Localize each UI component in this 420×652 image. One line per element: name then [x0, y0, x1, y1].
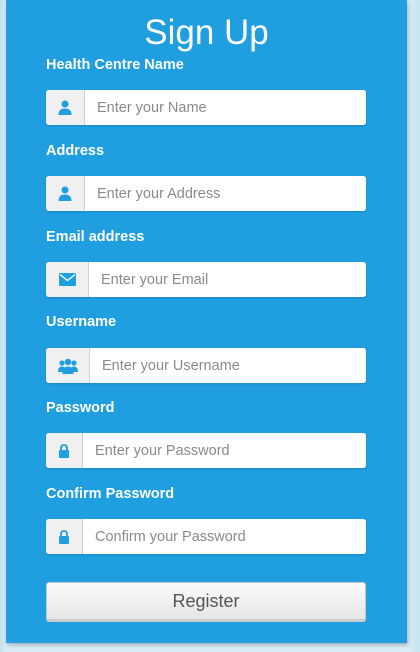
confirm-password-label: Confirm Password: [46, 486, 175, 502]
page-title: Sign Up: [144, 13, 269, 52]
address-group: [46, 176, 366, 211]
confirm-password-group: [46, 519, 366, 554]
password-input[interactable]: [83, 433, 366, 468]
user-icon: [46, 176, 85, 211]
password-label: Password: [46, 400, 115, 416]
password-group: [46, 433, 366, 468]
email-group: [46, 262, 366, 297]
user-icon: [46, 90, 85, 125]
email-address-label: Email address: [46, 229, 145, 245]
username-label: Username: [46, 314, 117, 330]
lock-icon: [46, 519, 83, 554]
username-group: [46, 348, 366, 383]
address-label: Address: [46, 143, 105, 159]
username-input[interactable]: [90, 348, 366, 383]
envelope-icon: [46, 262, 89, 297]
lock-icon: [46, 433, 83, 468]
health-centre-name-input[interactable]: [85, 90, 366, 125]
confirm-password-input[interactable]: [83, 519, 366, 554]
address-input[interactable]: [85, 176, 366, 211]
users-icon: [46, 348, 90, 383]
health-centre-name-group: [46, 90, 366, 125]
email-input[interactable]: [89, 262, 366, 297]
health-centre-name-label: Health Centre Name: [46, 57, 184, 73]
signup-panel: Sign Up Health Centre Name Address Email…: [6, 0, 407, 643]
register-button[interactable]: Register: [46, 582, 366, 620]
